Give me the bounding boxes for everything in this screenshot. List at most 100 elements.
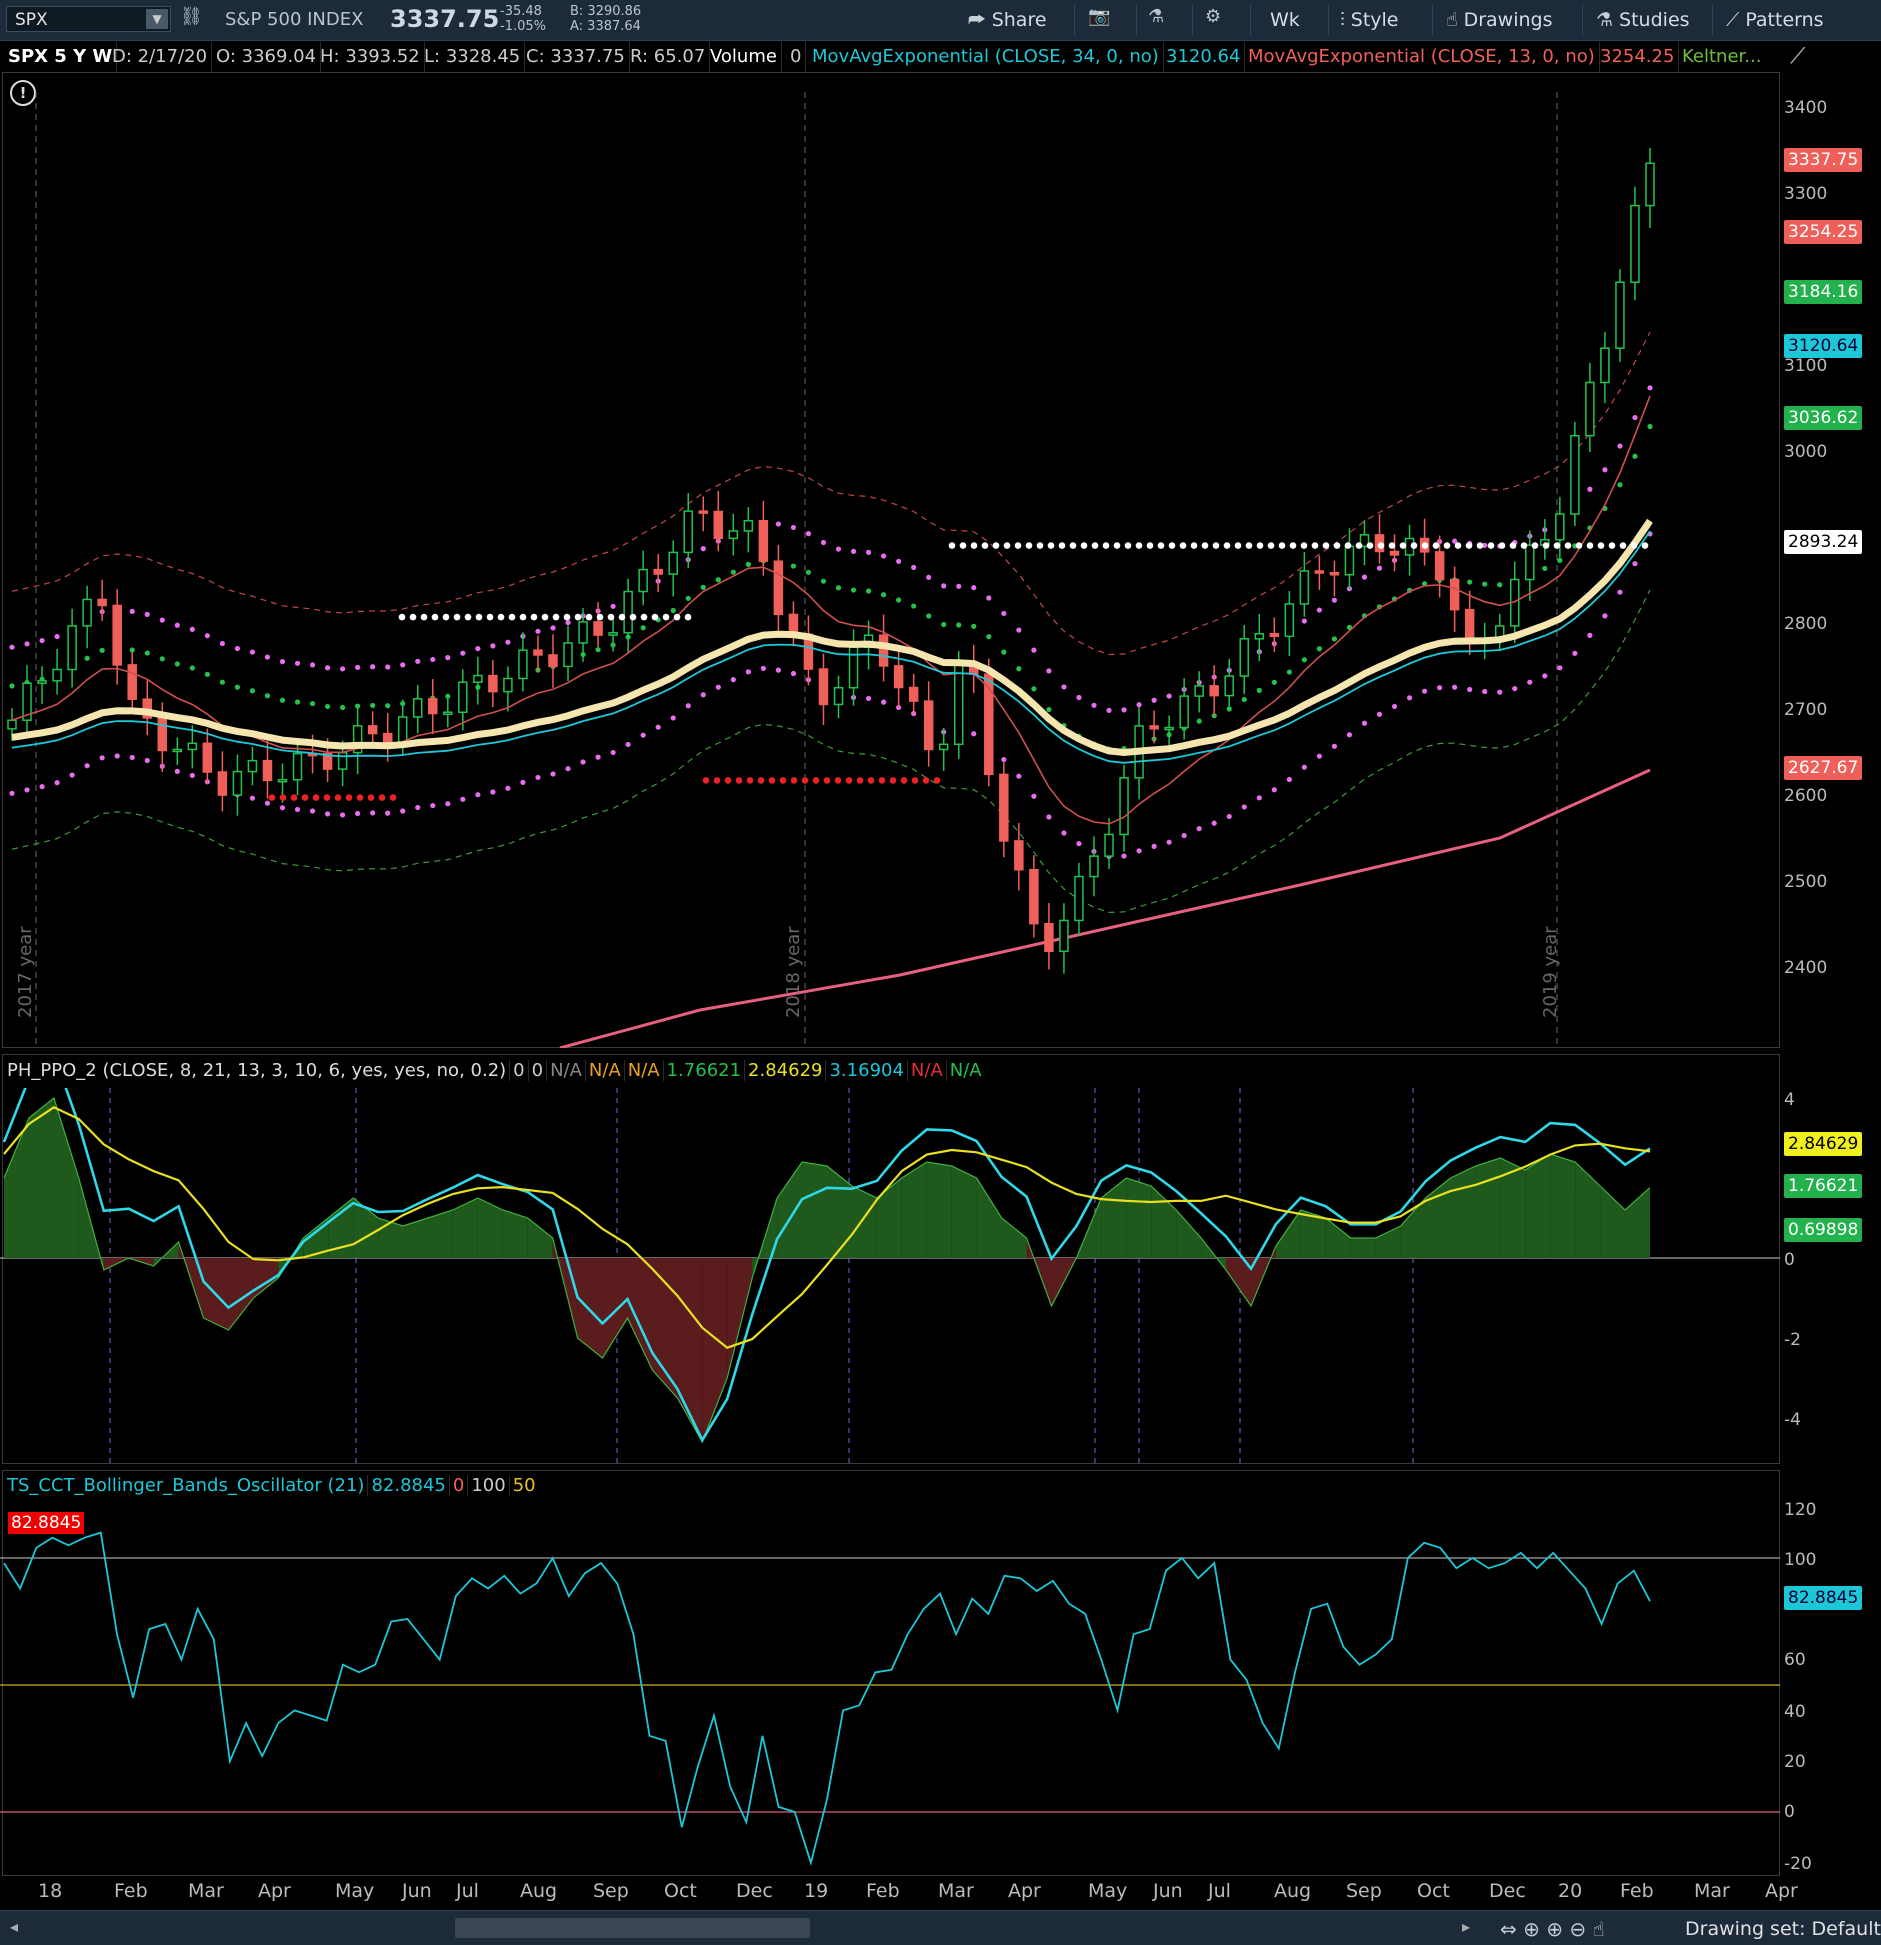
keltner-lower-dot	[775, 667, 782, 673]
share-button[interactable]: ⮫ Share	[968, 0, 1047, 40]
keltner-mid-dot	[986, 634, 992, 640]
keltner-lower-dot	[1437, 685, 1443, 691]
support-dot	[431, 613, 439, 621]
candle-body	[1104, 833, 1114, 857]
style-button[interactable]: ⫶ Style	[1340, 0, 1399, 40]
divider	[1432, 4, 1433, 36]
divider	[1136, 4, 1137, 36]
ppo-histogram	[1350, 1238, 1376, 1258]
support-dot	[312, 794, 320, 801]
ppo-hist-tag: 1.76621	[1784, 1174, 1863, 1198]
ppo-histogram	[527, 1218, 553, 1258]
candle-body	[488, 674, 498, 693]
snapshot-icon[interactable]: 📷	[1088, 6, 1110, 27]
scroll-right-icon[interactable]: ▸	[1462, 1917, 1470, 1936]
keltner-lower-dot	[565, 766, 571, 772]
time-axis-label: May	[335, 1880, 375, 1902]
keltner-lower-dot	[1452, 684, 1458, 690]
candle-body	[683, 510, 693, 554]
keltner-lower-dot	[279, 805, 286, 811]
support-dot	[409, 613, 417, 621]
support-dot	[867, 777, 875, 784]
percent-change: -1.05%	[500, 19, 546, 34]
expand-icon[interactable]: ⇔	[1500, 1917, 1517, 1941]
keltner-lower-dot	[640, 732, 646, 738]
ppo-histogram	[926, 1162, 952, 1258]
pointer-icon[interactable]: ☝	[1593, 1917, 1605, 1941]
keltner-lower-dot	[670, 715, 676, 721]
support-dot	[574, 613, 582, 621]
candle-body	[713, 510, 724, 540]
time-axis-label: Feb	[866, 1880, 900, 1902]
drawing-set-label[interactable]: Drawing set: Default	[1685, 1918, 1881, 1940]
candle-body	[1074, 875, 1084, 922]
support-dot	[301, 794, 309, 801]
time-axis-label: 18	[38, 1880, 63, 1902]
candle-body	[698, 510, 709, 514]
ppo-histogram	[901, 1162, 927, 1258]
support-dot	[378, 794, 386, 801]
zoom-out-icon[interactable]: ⊖	[1569, 1917, 1586, 1941]
interval-button[interactable]: Wk	[1270, 0, 1300, 40]
keltner-upper-dot	[54, 633, 60, 640]
support-dot	[1080, 542, 1088, 549]
studies-button[interactable]: ⚗ Studies	[1596, 0, 1690, 40]
ppo-histogram	[378, 1218, 404, 1258]
keltner-upper-dot	[1016, 627, 1022, 633]
keltner-upper-dot	[1301, 618, 1307, 624]
keltner-lower-dot	[129, 754, 135, 761]
patterns-button[interactable]: ⟋ Patterns	[1726, 0, 1824, 40]
scroll-left-icon[interactable]: ◂	[10, 1917, 18, 1936]
keltner-mid-dot	[1632, 453, 1638, 459]
gear-icon[interactable]: ⚙	[1205, 6, 1221, 27]
keltner-mid-dot	[1542, 565, 1548, 572]
bbo-value: 0	[449, 1475, 469, 1496]
keltner-label: Keltner...	[1682, 46, 1762, 67]
ppo-axis-label: -2	[1784, 1330, 1801, 1350]
keltner-upper-dot	[219, 640, 225, 647]
price-chart[interactable]	[0, 72, 1780, 1048]
candle-body	[1615, 281, 1625, 349]
candle-body	[1525, 544, 1535, 581]
ppo-histogram	[477, 1198, 503, 1258]
ppo-histogram	[602, 1258, 628, 1358]
chart-expand-icon[interactable]: ⟋	[1790, 44, 1805, 69]
candle-body	[518, 649, 528, 680]
ppo-histogram	[802, 1162, 827, 1258]
zoom-in-icon[interactable]: ⊕	[1546, 1917, 1563, 1941]
keltner-mid-dot	[835, 585, 842, 591]
keltner-upper-dot	[1076, 694, 1082, 701]
horizontal-scrollbar[interactable]	[455, 1918, 810, 1938]
bid-price: B: 3290.86	[570, 4, 642, 19]
divider	[1192, 4, 1193, 36]
ppo-histogram	[1525, 1154, 1551, 1258]
crosshair-icon[interactable]: ⊕	[1523, 1917, 1540, 1941]
ppo-histogram	[1101, 1178, 1127, 1258]
link-icon[interactable]: ⛓	[180, 6, 203, 27]
keltner-lower-dot	[1376, 711, 1383, 717]
bbo-chart[interactable]	[0, 1502, 1780, 1876]
keltner-mid-dot	[324, 703, 331, 710]
ask-price: A: 3387.64	[570, 19, 641, 34]
ppo-chart[interactable]	[0, 1088, 1780, 1464]
support-dot	[1179, 542, 1187, 549]
bottom-bar: ◂ ▸ ⇔ ⊕ ⊕ ⊖ ☝ Drawing set: Default	[0, 1910, 1881, 1945]
support-dot	[1014, 542, 1022, 549]
bbo-name: TS_CCT_Bollinger_Bands_Oscillator (21)	[4, 1475, 369, 1496]
candle-body	[187, 742, 198, 751]
ppo-name: PH_PPO_2 (CLOSE, 8, 21, 13, 3, 10, 6, ye…	[4, 1060, 511, 1081]
keltner-upper-dot	[986, 595, 992, 601]
zoom-controls: ⇔ ⊕ ⊕ ⊖ ☝	[1500, 1917, 1605, 1941]
candle-body	[1585, 381, 1595, 437]
symbol-input[interactable]: SPX ▼	[6, 6, 171, 32]
flask-icon[interactable]: ⚗	[1148, 6, 1164, 27]
keltner-mid-dot	[204, 671, 210, 677]
chevron-down-icon[interactable]: ▼	[146, 9, 168, 29]
support-dot	[345, 794, 353, 801]
keltner-upper-dot	[385, 664, 391, 670]
candle-body	[1179, 695, 1189, 729]
drawings-button[interactable]: ☝ Drawings	[1446, 0, 1552, 40]
price-axis-label: 3100	[1784, 356, 1828, 376]
support-dot	[1531, 542, 1539, 549]
flask-icon: ⚗	[1596, 9, 1614, 31]
